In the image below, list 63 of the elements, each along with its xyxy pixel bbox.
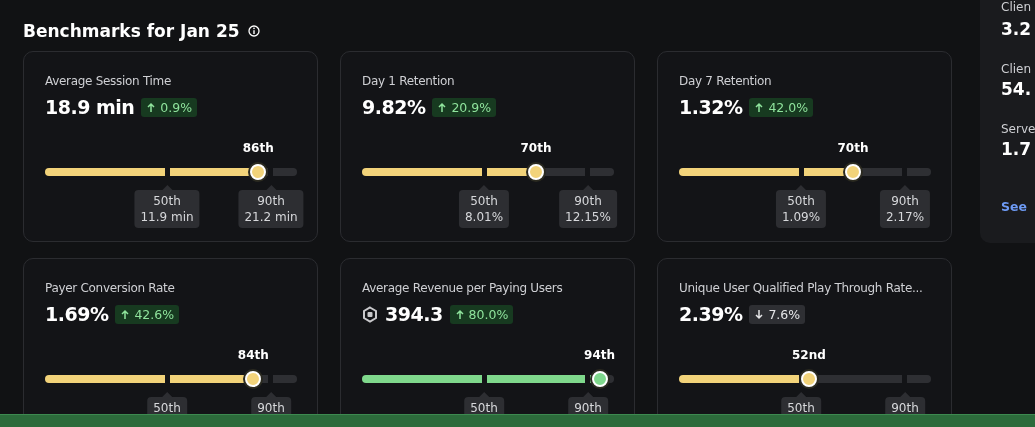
tooltip-value: 1.09% (781, 209, 821, 225)
metric-title: Unique User Qualified Play Through Rate... (679, 281, 924, 297)
change-value: 80.0% (468, 306, 509, 322)
percentile-thumb[interactable] (591, 371, 608, 387)
change-value: 7.6% (768, 306, 801, 322)
info-icon[interactable] (247, 25, 260, 37)
tooltip-label: 50th (153, 400, 181, 416)
up-arrow-icon (454, 308, 465, 320)
tooltip-label: 90th (574, 400, 602, 416)
tooltip-value: 11.9 min (140, 209, 194, 225)
see-link[interactable]: See (1001, 199, 1027, 214)
tooltip-label: 90th (256, 193, 286, 209)
percentile-label: 70th (837, 141, 869, 155)
stat-label: Clien (1001, 0, 1033, 15)
tooltip-label: 50th (469, 193, 499, 209)
up-arrow-icon (146, 101, 157, 113)
tooltip-value: 12.15% (565, 209, 611, 225)
percentile-thumb[interactable] (800, 371, 817, 387)
metric-value: 2.39% (679, 303, 743, 325)
metric-value: 394.3 (385, 303, 443, 325)
percentile-label: 52nd (791, 348, 826, 362)
change-value: 20.9% (451, 99, 492, 115)
metric-value: 1.32% (679, 96, 743, 118)
tooltip-label: 90th (890, 193, 920, 209)
metric-title: Day 1 Retention (362, 74, 456, 90)
metric-value: 9.82% (362, 96, 426, 118)
metric-title: Day 7 Retention (679, 74, 773, 90)
metric-value: 1.69% (45, 303, 109, 325)
stat-value: 54. (1001, 79, 1033, 99)
up-arrow-icon (437, 101, 448, 113)
percentile-label: 70th (520, 141, 552, 155)
metric-title: Average Session Time (45, 74, 173, 90)
percentile-thumb[interactable] (528, 164, 544, 180)
stat-label: Serve (1001, 121, 1035, 137)
tooltip-value: 2.17% (885, 209, 925, 225)
up-arrow-icon (120, 308, 131, 320)
tooltip-label: 50th (152, 193, 182, 209)
change-value: 42.6% (134, 306, 175, 322)
tooltip-label: 90th (573, 193, 603, 209)
tooltip-label: 90th (891, 400, 919, 416)
metric-title: Payer Conversion Rate (45, 281, 176, 297)
change-value: 42.0% (768, 99, 809, 115)
percentile-thumb[interactable] (845, 164, 861, 180)
section-title: Benchmarks for Jan 25 (23, 21, 240, 41)
metric-value: 18.9 min (45, 96, 135, 118)
tooltip-label: 50th (470, 400, 498, 416)
percentile-label: 94th (584, 348, 616, 362)
percentile-thumb[interactable] (245, 371, 262, 387)
percentile-label: 84th (237, 348, 269, 362)
stat-value: 3.2 (1001, 19, 1033, 39)
up-arrow-icon (754, 101, 765, 113)
tooltip-label: 50th (787, 400, 815, 416)
down-arrow-icon (754, 308, 765, 320)
stat-label: Clien (1001, 61, 1033, 77)
percentile-thumb[interactable] (250, 164, 267, 180)
percentile-label: 86th (242, 141, 274, 155)
tooltip-value: 8.01% (464, 209, 504, 225)
tooltip-label: 50th (786, 193, 816, 209)
stat-value: 1.7 (1001, 139, 1033, 159)
tooltip-label: 90th (257, 400, 285, 416)
change-value: 0.9% (160, 99, 193, 115)
tooltip-value: 21.2 min (244, 209, 298, 225)
metric-title: Average Revenue per Paying Users (362, 281, 564, 297)
